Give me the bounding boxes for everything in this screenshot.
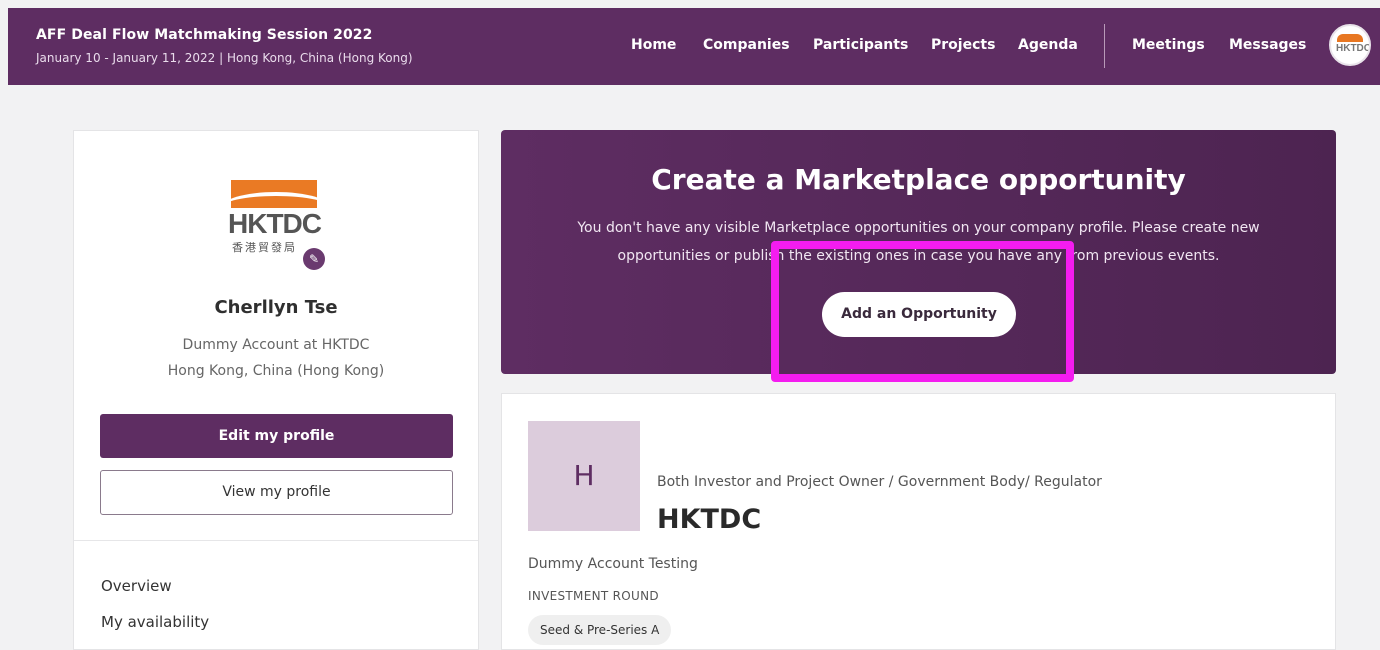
nav-projects[interactable]: Projects — [931, 37, 995, 53]
company-avatar: H — [528, 421, 640, 531]
company-description: Dummy Account Testing — [528, 556, 698, 572]
marketplace-title: Create a Marketplace opportunity — [651, 163, 1186, 196]
edit-logo-icon[interactable]: ✎ — [303, 248, 325, 270]
nav-participants[interactable]: Participants — [813, 37, 908, 53]
top-header: AFF Deal Flow Matchmaking Session 2022 J… — [8, 8, 1380, 85]
event-title: AFF Deal Flow Matchmaking Session 2022 — [36, 27, 373, 43]
nav-agenda[interactable]: Agenda — [1018, 37, 1078, 53]
nav-companies[interactable]: Companies — [703, 37, 790, 53]
marketplace-banner: Create a Marketplace opportunity You don… — [501, 130, 1336, 374]
nav-messages[interactable]: Messages — [1229, 37, 1306, 53]
edit-profile-button[interactable]: Edit my profile — [100, 414, 453, 458]
logo-chinese-text: 香港貿發局 — [232, 241, 297, 254]
nav-home[interactable]: Home — [631, 37, 676, 53]
profile-card: HKTDC 香港貿發局 ✎ Cherllyn Tse Dummy Account… — [73, 130, 479, 650]
nav-meetings[interactable]: Meetings — [1132, 37, 1205, 53]
nav-divider — [1104, 24, 1105, 68]
avatar-logo-text: HKTDC — [1336, 43, 1371, 54]
profile-location: Hong Kong, China (Hong Kong) — [167, 363, 385, 379]
company-name: HKTDC — [657, 504, 762, 535]
logo-text: HKTDC — [228, 208, 322, 239]
profile-name: Cherllyn Tse — [214, 297, 338, 318]
menu-overview[interactable]: Overview — [101, 577, 172, 595]
menu-my-availability[interactable]: My availability — [101, 613, 209, 631]
logo-band — [231, 180, 317, 208]
card-divider — [74, 540, 478, 541]
investment-round-label: INVESTMENT ROUND — [528, 589, 659, 603]
event-subtitle: January 10 - January 11, 2022 | Hong Kon… — [36, 51, 413, 65]
marketplace-description: You don't have any visible Marketplace o… — [577, 220, 1260, 264]
company-card: H Both Investor and Project Owner / Gove… — [501, 393, 1336, 650]
view-profile-button[interactable]: View my profile — [100, 470, 453, 515]
add-opportunity-button[interactable]: Add an Opportunity — [822, 292, 1016, 337]
user-avatar[interactable]: HKTDC — [1329, 24, 1371, 66]
avatar-logo-band — [1337, 34, 1363, 42]
investment-round-tag: Seed & Pre-Series A — [528, 615, 672, 645]
company-type: Both Investor and Project Owner / Govern… — [657, 474, 1102, 490]
profile-role: Dummy Account at HKTDC — [182, 337, 370, 353]
